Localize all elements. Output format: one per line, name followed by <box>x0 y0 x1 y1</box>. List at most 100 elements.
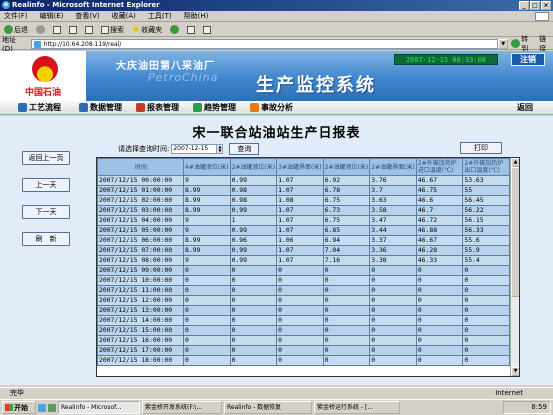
table-row: 2007/12/15 14:00:00 0 0 0 0 0 0 0 <box>97 315 519 326</box>
query-date-input[interactable]: 2007-12-15 <box>171 144 218 154</box>
history-button[interactable] <box>168 24 181 36</box>
logo-text: 中国石油 <box>24 88 61 98</box>
window-titlebar: e Realinfo - Microsoft Internet Explorer… <box>0 0 553 11</box>
row-value-cell: 0 <box>462 335 510 346</box>
row-value-cell: 55 <box>462 185 510 196</box>
nav-process-flow[interactable]: 工艺流程 <box>18 102 61 113</box>
row-value-cell: 0 <box>229 315 278 326</box>
column-header: 2#油罐液位(米) <box>322 158 371 176</box>
row-value-cell: 1.07 <box>276 175 324 186</box>
scroll-down-icon[interactable]: ▼ <box>511 367 519 376</box>
refresh-button[interactable]: 刷 新 <box>22 232 70 246</box>
next-day-button[interactable]: 下一天 <box>22 205 70 219</box>
stop-button[interactable] <box>51 24 63 36</box>
date-spinner-icon[interactable]: ▲ ▼ <box>217 144 224 154</box>
row-value-cell: 55.4 <box>462 255 510 266</box>
data-management-icon <box>79 103 88 112</box>
row-value-cell: 0 <box>183 285 231 296</box>
query-button[interactable]: 查询 <box>229 143 260 155</box>
menu-tools[interactable]: 工具(T) <box>148 11 172 21</box>
nav-report-management[interactable]: 报表管理 <box>136 102 179 113</box>
windows-flag-icon <box>535 12 549 21</box>
back-arrow-icon <box>4 25 13 34</box>
maximize-button[interactable]: □ <box>530 1 540 10</box>
print-toolbar-button[interactable] <box>201 24 213 36</box>
row-time-cell: 2007/12/15 11:00:00 <box>97 285 184 296</box>
browser-toolbar: 后退 搜索 ★ 收藏夹 <box>0 23 553 37</box>
report-table-container: 时间 4#油罐液位(米) 2#油罐液位(米) 3#油罐界面(米) 2#油罐液位(… <box>96 157 520 377</box>
scroll-up-icon[interactable]: ▲ <box>511 158 519 167</box>
address-input[interactable]: http://10.64.208.119/real/ <box>30 38 499 49</box>
task-realinfo-recovery[interactable]: Realinfo - 数据恢复 <box>224 401 312 414</box>
nav-label: 事故分析 <box>261 103 293 112</box>
quicklaunch-ie-icon[interactable] <box>38 403 46 412</box>
row-value-cell: 0 <box>229 285 278 296</box>
prev-day-button[interactable]: 上一天 <box>22 178 70 192</box>
nav-label: 工艺流程 <box>29 103 61 112</box>
mail-icon <box>187 25 196 34</box>
row-value-cell: 0 <box>415 335 464 346</box>
start-button[interactable]: 开始 <box>2 401 36 414</box>
print-button[interactable]: 打印 <box>460 142 502 154</box>
mail-button[interactable] <box>185 24 197 36</box>
column-header: 3#油罐界面(米) <box>276 158 324 176</box>
task-zijinqiao-dev[interactable]: 紫金桥开发系统(F:\... <box>142 401 222 414</box>
row-value-cell: 56.33 <box>462 225 510 236</box>
row-value-cell: 0 <box>183 305 231 316</box>
home-button[interactable] <box>83 24 95 36</box>
row-value-cell: 0.99 <box>229 205 278 216</box>
task-zijinqiao-run[interactable]: 紫金桥运行系统 - [... <box>314 401 400 414</box>
back-prev-page-button[interactable]: 返回上一页 <box>22 151 70 165</box>
table-row: 2007/12/15 08:00:00 9 0.99 1.07 7.16 3.38 46.3… <box>97 255 519 266</box>
table-row: 2007/12/15 05:00:00 9 0.99 1.07 6.85 3.44 46.8… <box>97 225 519 236</box>
row-value-cell: 0 <box>369 275 417 286</box>
close-button[interactable]: × <box>541 1 551 10</box>
column-header: 2#油罐液位(米) <box>229 158 278 176</box>
nav-accident-analysis[interactable]: 事故分析 <box>250 102 293 113</box>
refresh-button[interactable] <box>67 24 79 36</box>
nav-trend-management[interactable]: 趋势管理 <box>193 102 236 113</box>
table-vertical-scrollbar[interactable]: ▲ ▼ <box>510 158 519 376</box>
menu-help[interactable]: 帮助(H) <box>184 11 209 21</box>
row-value-cell: 0 <box>183 265 231 276</box>
star-icon: ★ <box>132 24 141 35</box>
report-table: 时间 4#油罐液位(米) 2#油罐液位(米) 3#油罐界面(米) 2#油罐液位(… <box>97 158 519 366</box>
favorites-button[interactable]: ★ 收藏夹 <box>130 24 164 36</box>
menu-file[interactable]: 文件(F) <box>4 11 28 21</box>
scroll-thumb[interactable] <box>511 167 519 297</box>
table-row: 2007/12/15 01:00:00 8.99 0.98 1.07 6.78 3.7 46… <box>97 185 519 196</box>
menu-edit[interactable]: 编辑(E) <box>40 11 64 21</box>
row-value-cell: 1.08 <box>276 195 324 206</box>
forward-button[interactable] <box>34 24 47 36</box>
nav-back-link[interactable]: 返回 <box>517 102 533 113</box>
menu-view[interactable]: 查看(V) <box>75 11 99 21</box>
query-label: 请选择查询时间: <box>118 145 170 153</box>
row-value-cell: 0 <box>229 355 278 366</box>
address-label: 地址(D) <box>2 35 16 53</box>
task-realinfo-ie[interactable]: Realinfo - Microsof... <box>58 401 140 414</box>
status-bar: 完毕 Internet <box>0 387 553 398</box>
row-value-cell: 3.44 <box>369 225 417 236</box>
search-button[interactable]: 搜索 <box>99 24 126 36</box>
row-value-cell: 0 <box>369 295 417 306</box>
minimize-button[interactable]: _ <box>519 1 529 10</box>
search-label: 搜索 <box>110 25 124 34</box>
windows-logo-icon <box>5 404 13 411</box>
logout-button[interactable]: 注销 <box>511 53 545 66</box>
address-dropdown-icon[interactable]: ▼ <box>498 38 509 49</box>
quicklaunch-desktop-icon[interactable] <box>48 403 56 412</box>
row-value-cell: 0 <box>462 355 510 366</box>
row-value-cell: 46.33 <box>415 255 464 266</box>
row-value-cell: 0 <box>276 305 324 316</box>
row-value-cell: 6.94 <box>322 235 371 246</box>
row-time-cell: 2007/12/15 12:00:00 <box>97 295 184 306</box>
menu-favorites[interactable]: 收藏(A) <box>112 11 136 21</box>
table-row: 2007/12/15 04:00:00 9 1 1.07 6.75 3.47 46.72 56… <box>97 215 519 226</box>
row-value-cell: 8.99 <box>183 235 231 246</box>
banner-petrochina-watermark: PetroChina <box>148 71 219 84</box>
nav-label: 报表管理 <box>147 103 179 112</box>
row-value-cell: 9 <box>183 255 231 266</box>
table-row: 2007/12/15 02:00:00 8.99 0.98 1.08 6.75 3.63 4… <box>97 195 519 206</box>
nav-data-management[interactable]: 数据管理 <box>79 102 122 113</box>
row-value-cell: 0 <box>276 325 324 336</box>
